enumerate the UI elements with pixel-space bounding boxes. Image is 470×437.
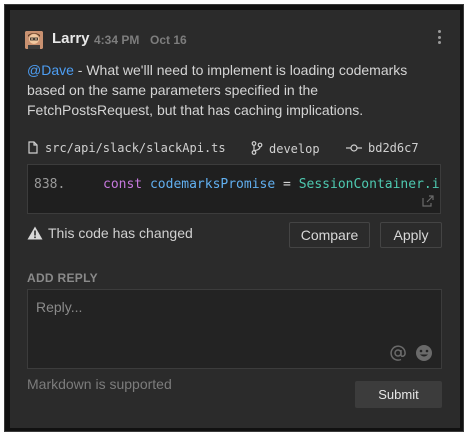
message-text: - What we'lll need to implement is loadi… (27, 62, 408, 118)
comment-time: 4:34 PM (94, 33, 140, 47)
commit-hash: bd2d6c7 (368, 141, 419, 155)
reply-box[interactable] (27, 289, 442, 369)
comment-message: @Dave - What we'lll need to implement is… (27, 60, 432, 120)
file-ref: src/api/slack/slackApi.ts (27, 141, 226, 155)
code-class: SessionContainer.i (298, 177, 440, 192)
at-icon[interactable] (389, 344, 407, 362)
file-path: src/api/slack/slackApi.ts (45, 141, 226, 155)
line-number: 838. (34, 177, 66, 192)
apply-button[interactable]: Apply (380, 222, 442, 248)
code-line: const codemarksPromise = SessionContaine… (103, 177, 440, 192)
comment-date: Oct 16 (150, 33, 187, 47)
branch-icon (251, 141, 263, 155)
submit-button[interactable]: Submit (355, 381, 442, 408)
emoji-icon[interactable] (415, 344, 433, 362)
add-reply-heading: ADD REPLY (27, 271, 98, 285)
reply-input[interactable] (34, 298, 398, 316)
compare-button[interactable]: Compare (289, 222, 370, 248)
branch-ref: develop (251, 141, 320, 156)
code-changed-warning: This code has changed (27, 225, 193, 241)
commit-ref: bd2d6c7 (346, 141, 419, 155)
open-external-icon[interactable] (422, 195, 434, 207)
branch-name: develop (269, 142, 320, 156)
code-operator: = (275, 177, 299, 192)
file-icon (28, 141, 38, 154)
author-name: Larry (52, 30, 90, 47)
code-block[interactable]: 838. const codemarksPromise = SessionCon… (27, 164, 441, 214)
mention-link[interactable]: @Dave (27, 62, 74, 78)
code-variable: codemarksPromise (149, 177, 276, 192)
more-icon[interactable] (436, 30, 442, 46)
markdown-note: Markdown is supported (27, 376, 172, 392)
commit-icon (346, 144, 362, 152)
code-keyword: const (103, 177, 143, 192)
warning-text: This code has changed (48, 225, 193, 241)
warning-icon (27, 226, 43, 240)
avatar (25, 31, 43, 49)
